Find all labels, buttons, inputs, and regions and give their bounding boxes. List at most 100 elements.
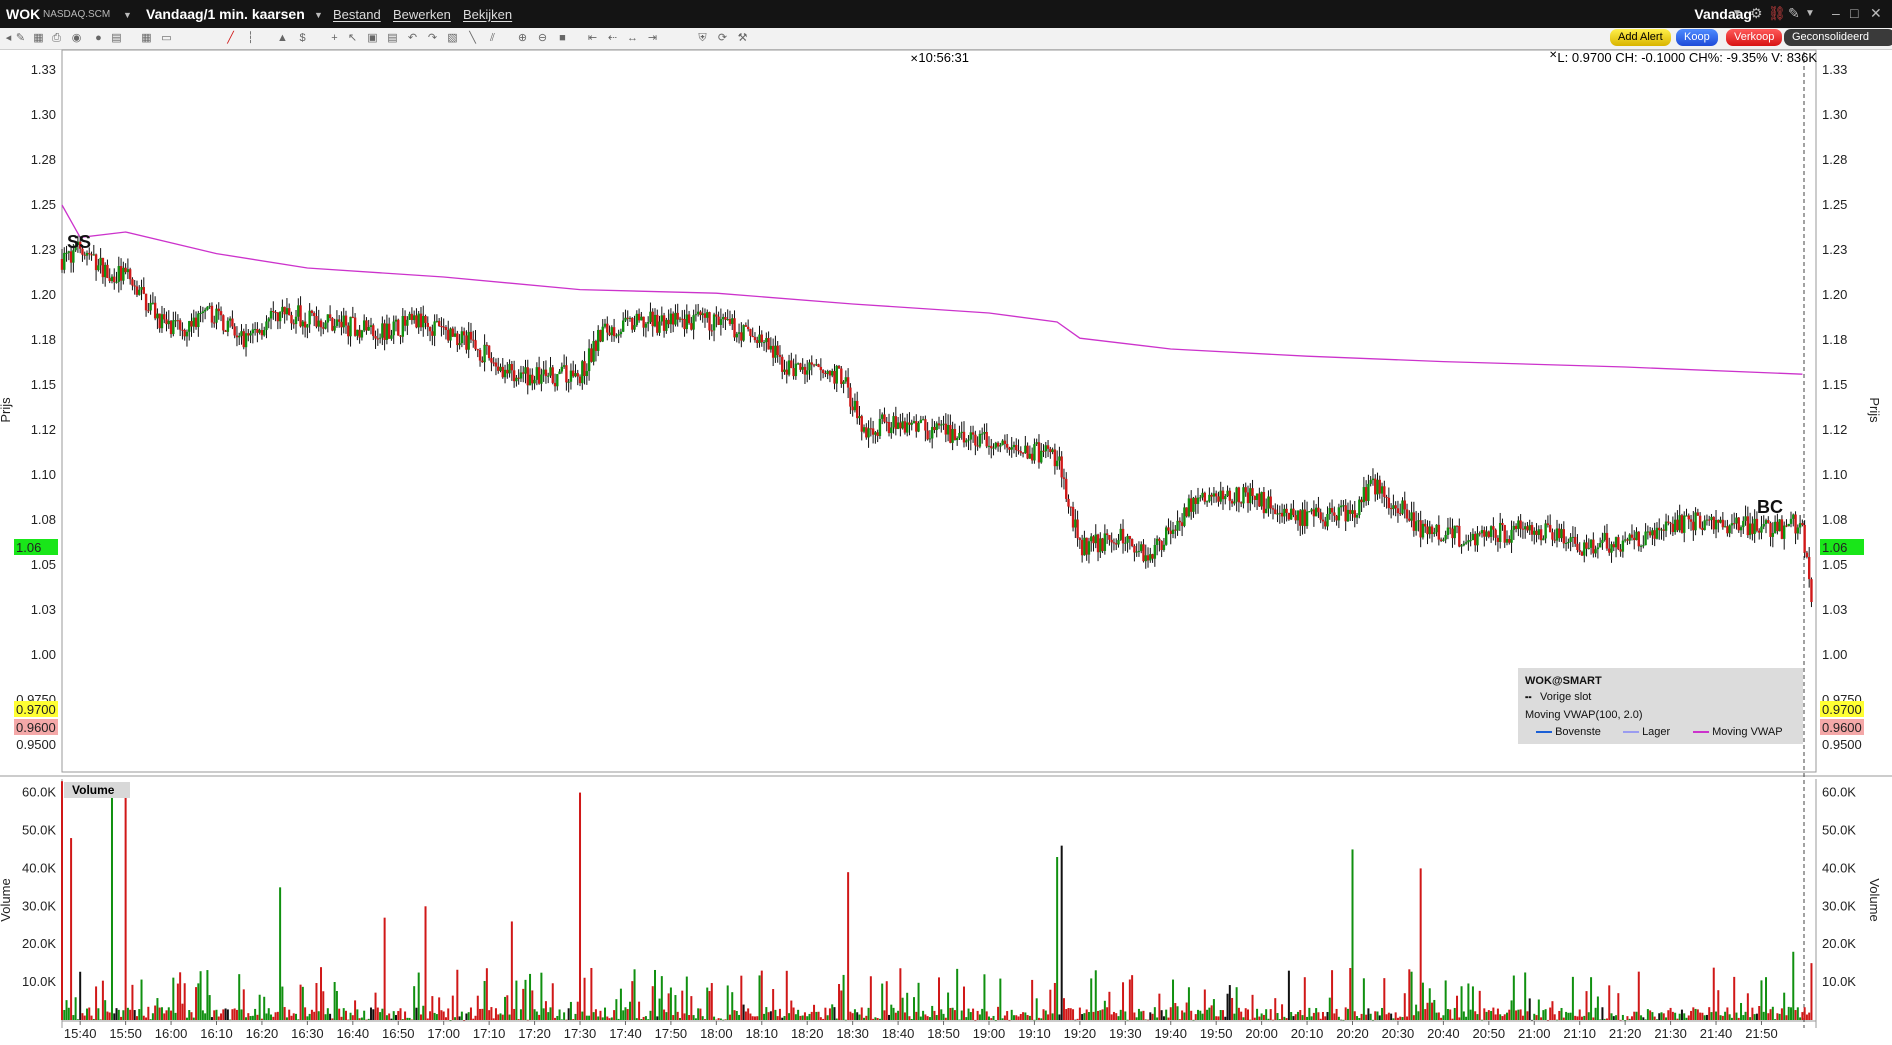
volume-bar[interactable] <box>485 968 488 1020</box>
candle-body[interactable] <box>1551 532 1554 540</box>
volume-bar[interactable] <box>1028 1015 1031 1020</box>
candle-body[interactable] <box>192 317 195 327</box>
volume-bar[interactable] <box>985 1011 988 1020</box>
candle-body[interactable] <box>1753 518 1756 534</box>
candle-body[interactable] <box>181 329 184 331</box>
candle-body[interactable] <box>372 325 375 337</box>
candle-body[interactable] <box>678 318 682 320</box>
candle-body[interactable] <box>1001 440 1004 446</box>
candle-body[interactable] <box>515 377 518 382</box>
volume-bar[interactable] <box>1487 1010 1490 1020</box>
volume-bar[interactable] <box>558 1009 561 1020</box>
candle-body[interactable] <box>1060 456 1063 478</box>
candle-body[interactable] <box>1646 531 1650 533</box>
volume-bar[interactable] <box>531 990 534 1020</box>
candle-body[interactable] <box>149 302 152 311</box>
volume-bar[interactable] <box>490 1007 493 1020</box>
volume-bar[interactable] <box>858 1014 861 1020</box>
candle-body[interactable] <box>1576 543 1579 551</box>
candle-body[interactable] <box>376 338 380 340</box>
volume-bar[interactable] <box>1201 1013 1204 1020</box>
candle-body[interactable] <box>238 335 241 338</box>
volume-bar[interactable] <box>1192 1019 1195 1021</box>
candle-body[interactable] <box>433 321 436 336</box>
volume-bar[interactable] <box>1796 1007 1799 1020</box>
volume-bar[interactable] <box>610 1017 613 1020</box>
volume-bar[interactable] <box>1703 1015 1706 1020</box>
volume-bar[interactable] <box>915 1011 918 1020</box>
candle-body[interactable] <box>1698 515 1702 528</box>
volume-bar[interactable] <box>160 1007 163 1020</box>
volume-bar[interactable] <box>1483 1008 1486 1020</box>
volume-bar[interactable] <box>938 977 940 1020</box>
candle-body[interactable] <box>862 427 866 432</box>
volume-bar[interactable] <box>65 1000 68 1020</box>
candle-body[interactable] <box>837 366 841 369</box>
volume-bar[interactable] <box>1008 1019 1011 1021</box>
candle-body[interactable] <box>842 381 845 384</box>
volume-bar[interactable] <box>794 1014 797 1020</box>
candle-body[interactable] <box>978 433 982 447</box>
candle-body[interactable] <box>1428 526 1431 535</box>
volume-bar[interactable] <box>608 1018 611 1020</box>
candle-body[interactable] <box>147 310 150 312</box>
candle-body[interactable] <box>1317 507 1320 513</box>
volume-bar[interactable] <box>1128 979 1131 1020</box>
candle-body[interactable] <box>1455 525 1459 527</box>
candle-body[interactable] <box>865 427 868 438</box>
volume-bar[interactable] <box>1406 1016 1409 1020</box>
volume-bar[interactable] <box>749 1013 752 1020</box>
candle-body[interactable] <box>63 252 66 270</box>
volume-bar[interactable] <box>349 1012 352 1020</box>
volume-bar[interactable] <box>640 1019 643 1020</box>
volume-bar[interactable] <box>813 1004 816 1020</box>
volume-bar[interactable] <box>1208 1007 1211 1020</box>
volume-bar[interactable] <box>1399 1016 1402 1020</box>
candle-body[interactable] <box>183 329 186 337</box>
volume-bar[interactable] <box>406 1017 409 1020</box>
volume-bar[interactable] <box>1047 1014 1050 1020</box>
volume-bar[interactable] <box>401 1019 404 1020</box>
candle-body[interactable] <box>519 372 523 379</box>
candle-body[interactable] <box>1008 447 1011 450</box>
candle-body[interactable] <box>1221 490 1225 500</box>
volume-bar[interactable] <box>1362 978 1365 1020</box>
volume-bar[interactable] <box>1637 971 1640 1020</box>
volume-bar[interactable] <box>1301 1015 1304 1020</box>
volume-bar[interactable] <box>1058 1014 1061 1020</box>
candle-body[interactable] <box>887 421 891 434</box>
candle-body[interactable] <box>1299 510 1302 526</box>
volume-bar[interactable] <box>260 1018 263 1020</box>
volume-bar[interactable] <box>658 998 661 1020</box>
volume-bar[interactable] <box>1431 1002 1434 1020</box>
volume-bar[interactable] <box>1092 1011 1095 1020</box>
candle-body[interactable] <box>449 328 452 341</box>
volume-bar[interactable] <box>1633 1011 1636 1020</box>
volume-bar[interactable] <box>1194 1014 1197 1020</box>
candle-body[interactable] <box>824 373 827 375</box>
candle-body[interactable] <box>1573 536 1577 544</box>
volume-bar[interactable] <box>1156 1017 1159 1020</box>
volume-bar[interactable] <box>892 1007 895 1020</box>
volume-bar[interactable] <box>1131 975 1134 1020</box>
volume-bar[interactable] <box>731 992 734 1020</box>
candle-body[interactable] <box>1639 545 1643 547</box>
volume-bar[interactable] <box>267 1008 270 1020</box>
candle-body[interactable] <box>101 257 105 278</box>
volume-bar[interactable] <box>1778 1013 1781 1020</box>
candle-body[interactable] <box>1258 493 1261 507</box>
candle-body[interactable] <box>90 254 93 256</box>
volume-bar[interactable] <box>856 1012 859 1020</box>
candle-body[interactable] <box>1735 517 1738 524</box>
candle-body[interactable] <box>1396 508 1400 514</box>
candle-body[interactable] <box>1589 539 1593 548</box>
candle-body[interactable] <box>633 325 636 330</box>
volume-bar[interactable] <box>1246 1009 1249 1020</box>
volume-bar[interactable] <box>451 995 454 1020</box>
candle-body[interactable] <box>1803 524 1806 553</box>
candle-body[interactable] <box>558 371 561 375</box>
candle-body[interactable] <box>358 329 361 338</box>
volume-bar[interactable] <box>1678 1013 1681 1020</box>
candle-body[interactable] <box>1523 526 1527 530</box>
candle-body[interactable] <box>1623 539 1627 541</box>
